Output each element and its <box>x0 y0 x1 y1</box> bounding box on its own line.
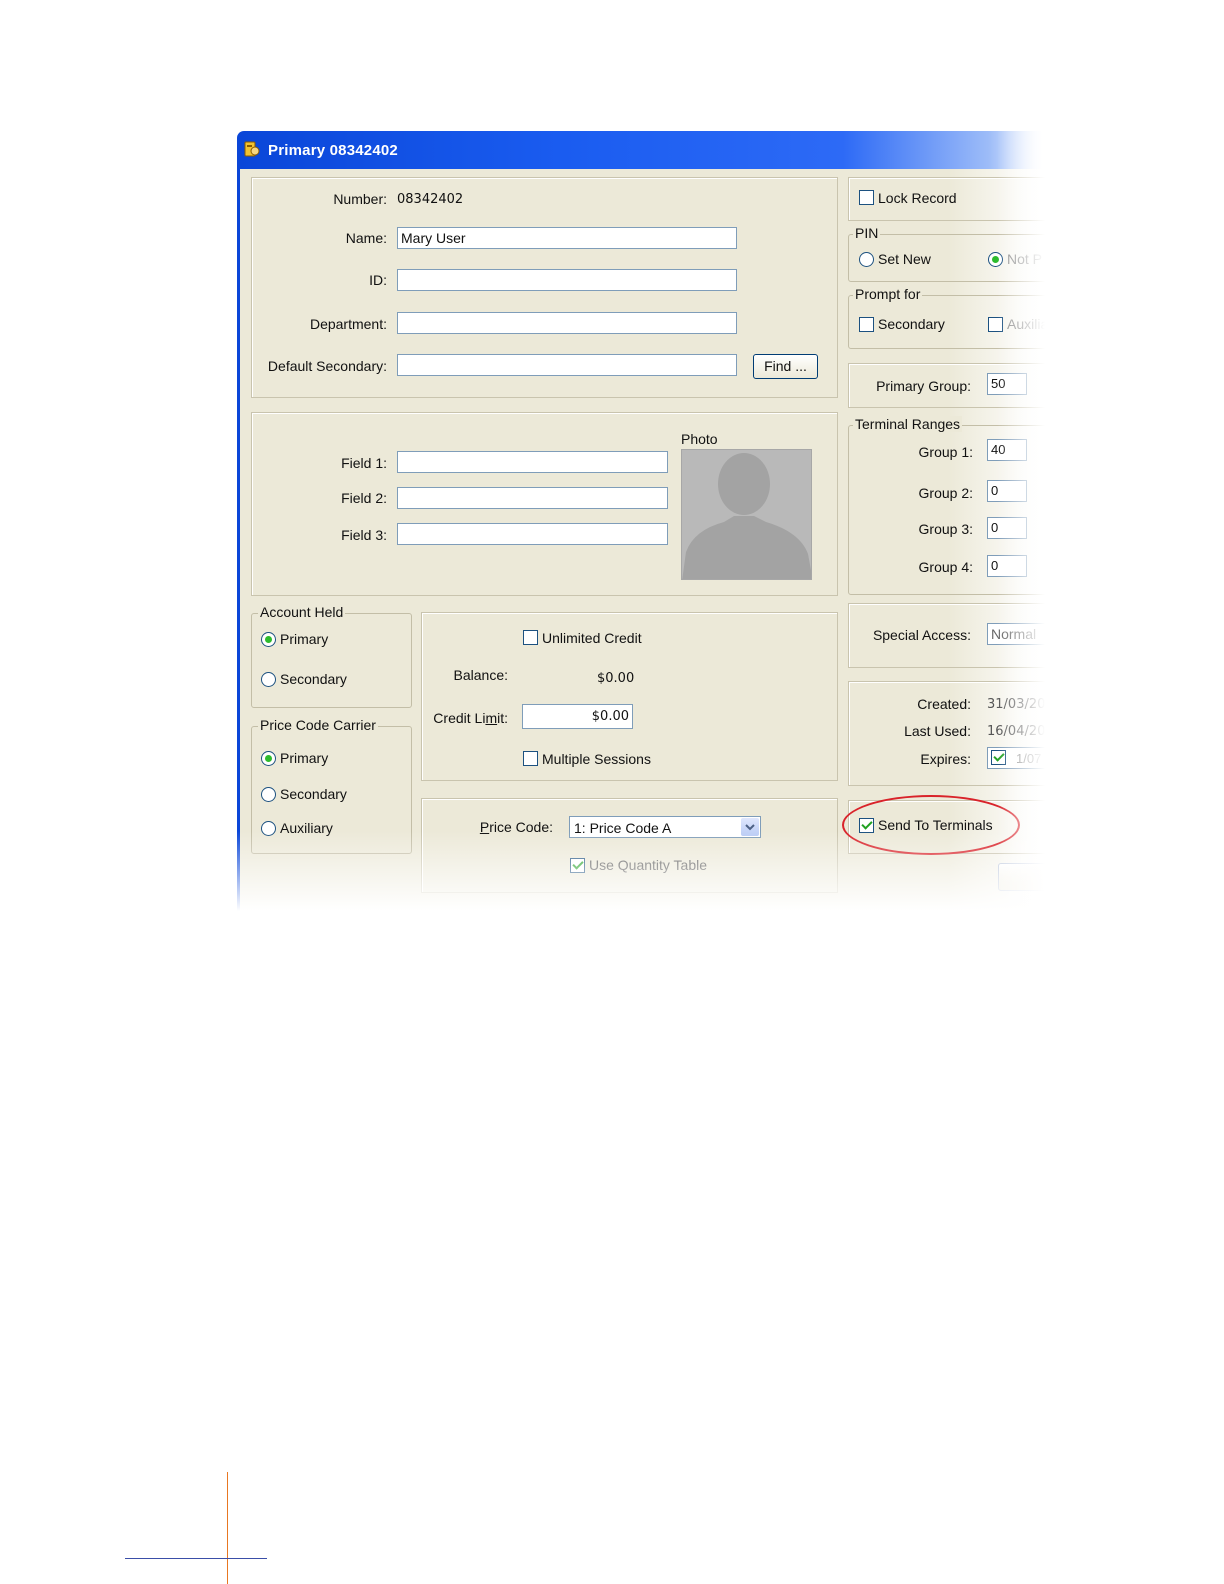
prompt-secondary-label: Secondary <box>878 316 945 332</box>
unlimited-credit-checkbox[interactable] <box>523 630 538 645</box>
primary-dialog-window: Primary 08342402 Number: 08342402 Name: … <box>237 131 1045 911</box>
primary-group-field[interactable]: 50 <box>987 373 1027 395</box>
price-code-label: Price Code: <box>479 819 553 835</box>
price-code-selected: 1: Price Code A <box>574 820 672 836</box>
carrier-secondary-radio[interactable] <box>261 787 276 802</box>
id-field[interactable] <box>397 269 737 291</box>
lock-record-checkbox[interactable] <box>859 190 874 205</box>
use-quantity-table-checkbox[interactable] <box>570 858 585 873</box>
price-code-dropdown[interactable]: 1: Price Code A <box>569 816 761 838</box>
terminal-ranges-legend: Terminal Ranges <box>853 416 963 432</box>
field1-input[interactable] <box>397 451 668 473</box>
credit-limit-label: Credit Limit: <box>433 710 508 726</box>
expires-label: Expires: <box>920 751 971 767</box>
carrier-auxiliary-radio[interactable] <box>261 821 276 836</box>
credit-limit-field[interactable]: $0.00 <box>522 704 633 729</box>
carrier-primary-label: Primary <box>280 750 329 766</box>
pin-not-label: Not P <box>1007 251 1043 267</box>
field3-label: Field 3: <box>341 527 387 543</box>
account-held-secondary-label: Secondary <box>280 671 347 687</box>
field2-label: Field 2: <box>341 490 387 506</box>
photo-placeholder[interactable] <box>681 449 812 580</box>
number-value: 08342402 <box>397 192 464 207</box>
expires-checkbox[interactable] <box>991 750 1006 765</box>
carrier-secondary-label: Secondary <box>280 786 347 802</box>
photo-label: Photo <box>681 431 718 447</box>
multiple-sessions-label: Multiple Sessions <box>542 751 651 767</box>
multiple-sessions-checkbox[interactable] <box>523 751 538 766</box>
last-used-value: 16/04/20 <box>987 724 1045 739</box>
number-label: Number: <box>333 191 387 207</box>
highlight-ellipse <box>842 795 1020 855</box>
group4-field[interactable]: 0 <box>987 555 1027 577</box>
department-label: Department: <box>309 316 387 332</box>
window-title: Primary 08342402 <box>268 142 398 159</box>
unlimited-credit-label: Unlimited Credit <box>542 630 642 646</box>
account-held-primary-label: Primary <box>280 631 329 647</box>
prompt-for-legend: Prompt for <box>853 286 923 302</box>
prompt-secondary-checkbox[interactable] <box>859 317 874 332</box>
balance-label: Balance: <box>453 667 508 683</box>
account-held-group: Account Held <box>251 604 412 708</box>
page-margin-rule <box>227 1472 228 1584</box>
account-held-legend: Account Held <box>258 604 346 620</box>
user-card-icon <box>244 141 260 157</box>
find-button[interactable]: Find ... <box>753 354 818 379</box>
price-code-carrier-legend: Price Code Carrier <box>258 717 378 733</box>
created-label: Created: <box>917 696 971 712</box>
special-access-dropdown[interactable]: Normal <box>987 623 1045 645</box>
field2-input[interactable] <box>397 487 668 509</box>
field1-label: Field 1: <box>341 455 387 471</box>
group1-label: Group 1: <box>918 444 973 460</box>
page-footer-rule <box>125 1558 267 1559</box>
expires-field[interactable]: 1/07 <box>987 747 1045 769</box>
balance-value: $0.00 <box>597 671 635 686</box>
ok-button-partial[interactable] <box>998 863 1045 891</box>
group3-label: Group 3: <box>918 521 973 537</box>
person-silhouette-icon <box>682 453 811 579</box>
pin-set-new-radio[interactable] <box>859 252 874 267</box>
carrier-auxiliary-label: Auxiliary <box>280 820 333 836</box>
expires-value: 1/07 <box>1016 751 1042 766</box>
prompt-auxiliary-checkbox[interactable] <box>988 317 1003 332</box>
group3-field[interactable]: 0 <box>987 517 1027 539</box>
name-label: Name: <box>345 230 387 246</box>
default-secondary-label: Default Secondary: <box>267 358 387 374</box>
name-field[interactable]: Mary User <box>397 227 737 249</box>
account-held-secondary-radio[interactable] <box>261 672 276 687</box>
prompt-auxiliary-label: Auxilia <box>1007 316 1045 332</box>
pin-legend: PIN <box>853 225 881 241</box>
group4-label: Group 4: <box>918 559 973 575</box>
last-used-label: Last Used: <box>904 723 971 739</box>
id-label: ID: <box>369 272 387 288</box>
group1-field[interactable]: 40 <box>987 439 1027 461</box>
created-value: 31/03/20 <box>987 697 1045 712</box>
pin-not-radio[interactable] <box>988 252 1003 267</box>
primary-group-label: Primary Group: <box>876 378 971 394</box>
price-code-panel <box>421 798 838 893</box>
field3-input[interactable] <box>397 523 668 545</box>
chevron-down-icon[interactable] <box>741 818 759 836</box>
group2-field[interactable]: 0 <box>987 480 1027 502</box>
special-access-label: Special Access: <box>872 627 971 643</box>
account-held-primary-radio[interactable] <box>261 632 276 647</box>
group2-label: Group 2: <box>918 485 973 501</box>
pin-set-new-label: Set New <box>878 251 931 267</box>
use-quantity-table-label: Use Quantity Table <box>589 857 708 873</box>
default-secondary-field[interactable] <box>397 354 737 376</box>
title-bar[interactable]: Primary 08342402 <box>237 131 1045 169</box>
department-field[interactable] <box>397 312 737 334</box>
lock-record-label: Lock Record <box>878 190 957 206</box>
window-border <box>237 169 240 911</box>
carrier-primary-radio[interactable] <box>261 751 276 766</box>
